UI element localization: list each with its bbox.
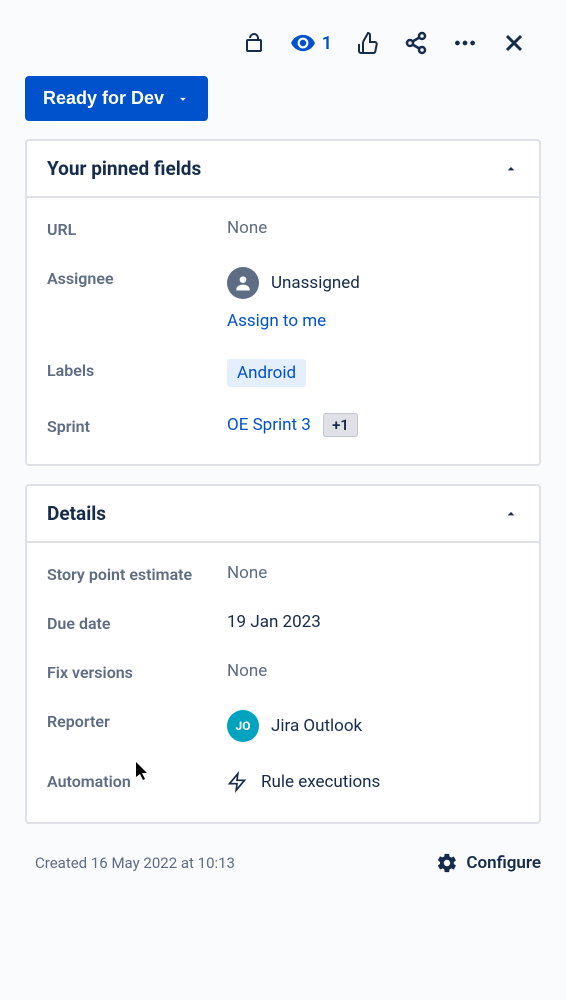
unassigned-avatar-icon [227,267,259,299]
lightning-icon [227,770,247,794]
share-icon [404,31,428,55]
gear-icon [436,852,458,874]
details-panel: Details Story point estimate None Due da… [25,484,541,824]
chevron-down-icon [176,92,190,106]
share-button[interactable] [404,31,428,55]
details-header[interactable]: Details [27,486,539,543]
automation-value[interactable]: Rule executions [227,770,519,794]
story-points-label: Story point estimate [47,563,227,584]
story-points-value[interactable]: None [227,563,519,583]
assign-to-me-link[interactable]: Assign to me [227,311,519,331]
more-icon [452,30,478,56]
reporter-avatar: JO [227,710,259,742]
url-label: URL [47,218,227,239]
details-title: Details [47,502,106,525]
labels-label: Labels [47,359,227,380]
reporter-label: Reporter [47,710,227,731]
pinned-fields-title: Your pinned fields [47,157,201,180]
chevron-up-icon [503,161,519,177]
fix-versions-value[interactable]: None [227,661,519,681]
assignee-name: Unassigned [271,273,360,293]
chevron-up-icon [503,506,519,522]
lock-icon[interactable] [242,31,266,55]
status-dropdown[interactable]: Ready for Dev [25,76,208,121]
pinned-fields-panel: Your pinned fields URL None Assignee Una… [25,139,541,466]
status-label: Ready for Dev [43,88,164,109]
pinned-fields-header[interactable]: Your pinned fields [27,141,539,198]
fix-versions-label: Fix versions [47,661,227,682]
configure-button[interactable]: Configure [436,852,541,874]
label-tag[interactable]: Android [227,359,306,387]
watch-button[interactable]: 1 [290,30,332,56]
reporter-name: Jira Outlook [271,716,362,736]
created-timestamp: Created 16 May 2022 at 10:13 [35,854,235,872]
assignee-value[interactable]: Unassigned [227,267,519,299]
more-actions-button[interactable] [452,30,478,56]
configure-label: Configure [466,853,541,873]
vote-button[interactable] [356,31,380,55]
due-date-value[interactable]: 19 Jan 2023 [227,612,519,632]
sprint-label: Sprint [47,415,227,436]
eye-icon [290,30,316,56]
assignee-label: Assignee [47,267,227,288]
sprint-link[interactable]: OE Sprint 3 [227,415,311,435]
automation-text: Rule executions [261,772,380,792]
url-value[interactable]: None [227,218,519,238]
automation-label: Automation [47,770,227,791]
sprint-more-badge[interactable]: +1 [323,413,358,437]
thumbs-up-icon [356,31,380,55]
reporter-value[interactable]: JO Jira Outlook [227,710,519,742]
close-button[interactable] [502,31,526,55]
close-icon [502,31,526,55]
watch-count: 1 [322,33,332,54]
due-date-label: Due date [47,612,227,633]
